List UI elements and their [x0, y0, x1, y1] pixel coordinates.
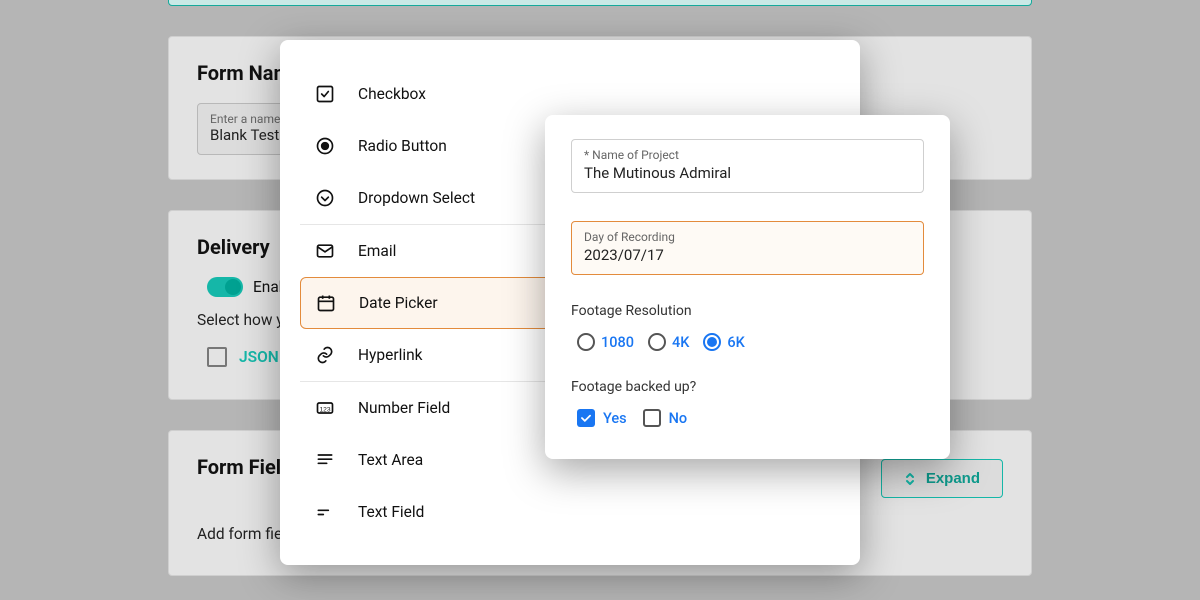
- preview-backedup-option-yes[interactable]: Yes: [577, 409, 627, 427]
- svg-text:123: 123: [319, 406, 330, 413]
- textfield-icon: [314, 501, 336, 523]
- field-type-label: Email: [358, 242, 396, 260]
- number-icon: 123: [314, 397, 336, 419]
- delivery-enable-toggle[interactable]: [207, 277, 243, 297]
- preview-backedup-option-no[interactable]: No: [643, 409, 688, 427]
- expand-button-label: Expand: [926, 470, 980, 487]
- checkbox-label: Yes: [603, 410, 627, 427]
- checkbox-icon: [314, 83, 336, 105]
- preview-recording-day-input[interactable]: Day of Recording 2023/07/17: [571, 221, 924, 275]
- radio-checked-icon: [703, 333, 721, 351]
- field-type-label: Radio Button: [358, 137, 447, 155]
- preview-project-name-label: * Name of Project: [584, 148, 911, 162]
- field-type-label: Number Field: [358, 399, 450, 417]
- expand-icon: [904, 471, 916, 487]
- preview-project-name-value: The Mutinous Admiral: [584, 164, 911, 182]
- preview-resolution-option-6k[interactable]: 6K: [703, 333, 744, 351]
- field-type-label: Checkbox: [358, 85, 426, 103]
- preview-backedup-label: Footage backed up?: [571, 379, 924, 395]
- preview-resolution-option-4k[interactable]: 4K: [648, 333, 689, 351]
- field-type-label: Date Picker: [359, 294, 438, 312]
- field-type-label: Text Area: [358, 451, 423, 469]
- field-preview-card: * Name of Project The Mutinous Admiral D…: [545, 115, 950, 459]
- radio-label: 6K: [727, 334, 744, 351]
- checkbox-label: No: [669, 410, 688, 427]
- preview-recording-day-label: Day of Recording: [584, 230, 911, 244]
- textarea-icon: [314, 449, 336, 471]
- email-icon: [314, 240, 336, 262]
- checkbox-checked-icon: [577, 409, 595, 427]
- radio-label: 1080: [601, 334, 634, 351]
- info-banner: [168, 0, 1032, 6]
- field-type-checkbox[interactable]: Checkbox: [300, 68, 840, 120]
- link-icon: [314, 344, 336, 366]
- calendar-icon: [315, 292, 337, 314]
- radio-unchecked-icon: [577, 333, 595, 351]
- field-type-label: Dropdown Select: [358, 189, 475, 207]
- delivery-json-label[interactable]: JSON: [239, 348, 279, 366]
- preview-recording-day-value: 2023/07/17: [584, 246, 911, 264]
- checkbox-unchecked-icon: [643, 409, 661, 427]
- preview-resolution-option-1080[interactable]: 1080: [577, 333, 634, 351]
- preview-resolution-label: Footage Resolution: [571, 303, 924, 319]
- radio-icon: [314, 135, 336, 157]
- field-type-textfield[interactable]: Text Field: [300, 486, 840, 538]
- field-type-label: Text Field: [358, 503, 424, 521]
- delivery-json-checkbox[interactable]: [207, 347, 227, 367]
- radio-label: 4K: [672, 334, 689, 351]
- field-type-label: Hyperlink: [358, 346, 423, 364]
- radio-unchecked-icon: [648, 333, 666, 351]
- expand-button[interactable]: Expand: [881, 459, 1003, 498]
- dropdown-icon: [314, 187, 336, 209]
- preview-project-name-input[interactable]: * Name of Project The Mutinous Admiral: [571, 139, 924, 193]
